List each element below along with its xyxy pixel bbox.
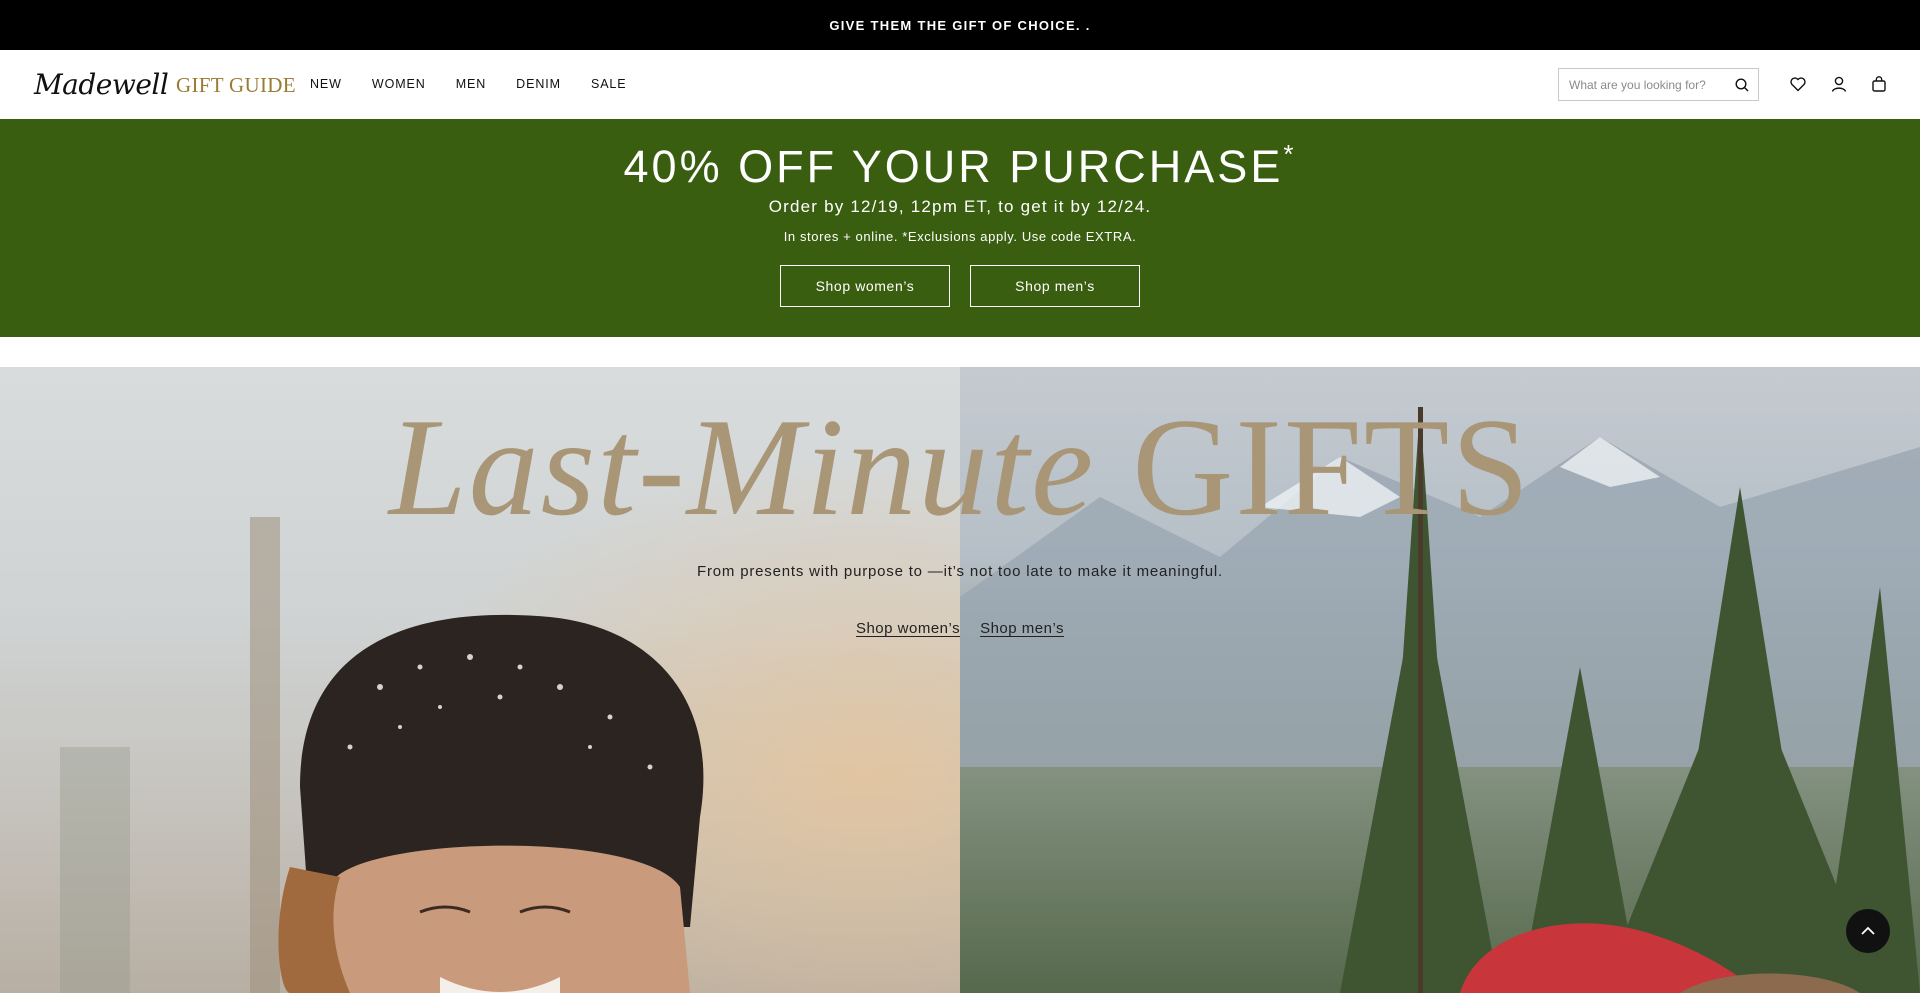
madewell-logo[interactable]: Madewell xyxy=(34,68,169,101)
hero-links: Shop women’s Shop men’s xyxy=(0,620,1920,637)
nav-item-sale[interactable]: SALE xyxy=(591,77,627,91)
bag-icon[interactable] xyxy=(1870,75,1888,93)
nav-item-new[interactable]: NEW xyxy=(310,77,342,91)
main-nav: NEW WOMEN MEN DENIM SALE xyxy=(310,77,657,91)
promo-subheading: Order by 12/19, 12pm ET, to get it by 12… xyxy=(768,197,1152,216)
announcement-bar[interactable]: GIVE THEM THE GIFT OF CHOICE. . xyxy=(0,0,1920,50)
hero-title: Last-Minute GIFTS xyxy=(0,387,1920,548)
account-icon[interactable] xyxy=(1830,75,1848,93)
promo-banner: 40% OFF YOUR PURCHASE* Order by 12/19, 1… xyxy=(0,119,1920,337)
promo-headline: 40% OFF YOUR PURCHASE* xyxy=(623,139,1297,192)
nav-item-men[interactable]: MEN xyxy=(456,77,486,91)
search-box[interactable] xyxy=(1558,68,1759,101)
shop-mens-button[interactable]: Shop men’s xyxy=(970,265,1140,307)
hero-shop-womens-link[interactable]: Shop women’s xyxy=(856,620,960,637)
hero-title-italic: Last-Minute xyxy=(388,390,1096,545)
heart-icon[interactable] xyxy=(1789,75,1807,93)
announcement-text: GIVE THEM THE GIFT OF CHOICE. . xyxy=(829,17,1091,33)
gift-guide-link[interactable]: GIFT GUIDE xyxy=(176,73,296,98)
shop-womens-button[interactable]: Shop women’s xyxy=(780,265,950,307)
hero-title-plain: GIFTS xyxy=(1132,390,1532,545)
search-icon[interactable] xyxy=(1734,77,1750,93)
nav-item-denim[interactable]: DENIM xyxy=(516,77,561,91)
hero-shop-mens-link[interactable]: Shop men’s xyxy=(980,620,1064,637)
hero-banner: Last-Minute GIFTS From presents with pur… xyxy=(0,367,1920,993)
hero-tagline: From presents with purpose to —it’s not … xyxy=(697,563,1223,580)
search-input[interactable] xyxy=(1569,77,1729,92)
site-header: Madewell GIFT GUIDE NEW WOMEN MEN DENIM … xyxy=(0,50,1920,119)
chevron-up-icon xyxy=(1861,926,1875,935)
promo-fine-print: In stores + online. *Exclusions apply. U… xyxy=(783,229,1137,244)
scroll-to-top-button[interactable] xyxy=(1846,909,1890,953)
nav-item-women[interactable]: WOMEN xyxy=(372,77,426,91)
